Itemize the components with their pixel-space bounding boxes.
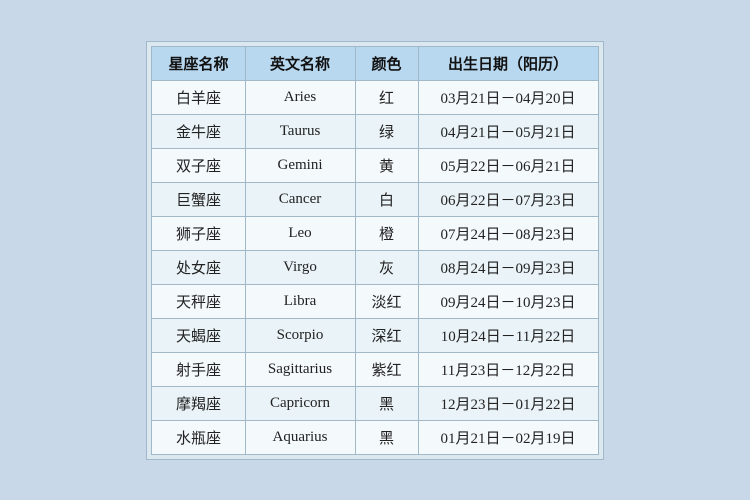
cell-color: 橙 bbox=[355, 216, 418, 250]
table-row: 处女座Virgo灰08月24日－09月23日 bbox=[152, 250, 598, 284]
cell-english: Scorpio bbox=[245, 318, 355, 352]
table-row: 白羊座Aries红03月21日－04月20日 bbox=[152, 80, 598, 114]
cell-date: 11月23日－12月22日 bbox=[418, 352, 598, 386]
cell-date: 07月24日－08月23日 bbox=[418, 216, 598, 250]
zodiac-table-container: 星座名称 英文名称 颜色 出生日期（阳历） 白羊座Aries红03月21日－04… bbox=[146, 41, 603, 460]
cell-chinese: 天秤座 bbox=[152, 284, 245, 318]
cell-chinese: 金牛座 bbox=[152, 114, 245, 148]
cell-color: 深红 bbox=[355, 318, 418, 352]
zodiac-table: 星座名称 英文名称 颜色 出生日期（阳历） 白羊座Aries红03月21日－04… bbox=[151, 46, 598, 455]
cell-color: 绿 bbox=[355, 114, 418, 148]
cell-date: 03月21日－04月20日 bbox=[418, 80, 598, 114]
cell-chinese: 射手座 bbox=[152, 352, 245, 386]
cell-english: Libra bbox=[245, 284, 355, 318]
cell-english: Taurus bbox=[245, 114, 355, 148]
cell-english: Aries bbox=[245, 80, 355, 114]
cell-chinese: 狮子座 bbox=[152, 216, 245, 250]
cell-english: Leo bbox=[245, 216, 355, 250]
header-date: 出生日期（阳历） bbox=[418, 46, 598, 80]
table-row: 水瓶座Aquarius黑01月21日－02月19日 bbox=[152, 420, 598, 454]
table-row: 双子座Gemini黄05月22日－06月21日 bbox=[152, 148, 598, 182]
cell-chinese: 巨蟹座 bbox=[152, 182, 245, 216]
cell-date: 06月22日－07月23日 bbox=[418, 182, 598, 216]
table-header-row: 星座名称 英文名称 颜色 出生日期（阳历） bbox=[152, 46, 598, 80]
cell-color: 黄 bbox=[355, 148, 418, 182]
cell-english: Aquarius bbox=[245, 420, 355, 454]
cell-color: 黑 bbox=[355, 420, 418, 454]
cell-chinese: 天蝎座 bbox=[152, 318, 245, 352]
cell-date: 09月24日－10月23日 bbox=[418, 284, 598, 318]
cell-english: Virgo bbox=[245, 250, 355, 284]
cell-chinese: 处女座 bbox=[152, 250, 245, 284]
cell-color: 黑 bbox=[355, 386, 418, 420]
cell-date: 12月23日－01月22日 bbox=[418, 386, 598, 420]
table-row: 金牛座Taurus绿04月21日－05月21日 bbox=[152, 114, 598, 148]
cell-date: 01月21日－02月19日 bbox=[418, 420, 598, 454]
cell-date: 10月24日－11月22日 bbox=[418, 318, 598, 352]
table-row: 摩羯座Capricorn黑12月23日－01月22日 bbox=[152, 386, 598, 420]
table-row: 射手座Sagittarius紫红11月23日－12月22日 bbox=[152, 352, 598, 386]
cell-chinese: 水瓶座 bbox=[152, 420, 245, 454]
cell-color: 红 bbox=[355, 80, 418, 114]
cell-english: Cancer bbox=[245, 182, 355, 216]
cell-color: 白 bbox=[355, 182, 418, 216]
cell-chinese: 摩羯座 bbox=[152, 386, 245, 420]
cell-english: Capricorn bbox=[245, 386, 355, 420]
table-row: 巨蟹座Cancer白06月22日－07月23日 bbox=[152, 182, 598, 216]
cell-date: 05月22日－06月21日 bbox=[418, 148, 598, 182]
cell-color: 淡红 bbox=[355, 284, 418, 318]
header-color: 颜色 bbox=[355, 46, 418, 80]
header-english: 英文名称 bbox=[245, 46, 355, 80]
header-chinese: 星座名称 bbox=[152, 46, 245, 80]
cell-english: Gemini bbox=[245, 148, 355, 182]
cell-date: 08月24日－09月23日 bbox=[418, 250, 598, 284]
table-row: 天蝎座Scorpio深红10月24日－11月22日 bbox=[152, 318, 598, 352]
cell-color: 紫红 bbox=[355, 352, 418, 386]
cell-chinese: 双子座 bbox=[152, 148, 245, 182]
cell-date: 04月21日－05月21日 bbox=[418, 114, 598, 148]
cell-chinese: 白羊座 bbox=[152, 80, 245, 114]
cell-english: Sagittarius bbox=[245, 352, 355, 386]
table-row: 狮子座Leo橙07月24日－08月23日 bbox=[152, 216, 598, 250]
cell-color: 灰 bbox=[355, 250, 418, 284]
table-row: 天秤座Libra淡红09月24日－10月23日 bbox=[152, 284, 598, 318]
